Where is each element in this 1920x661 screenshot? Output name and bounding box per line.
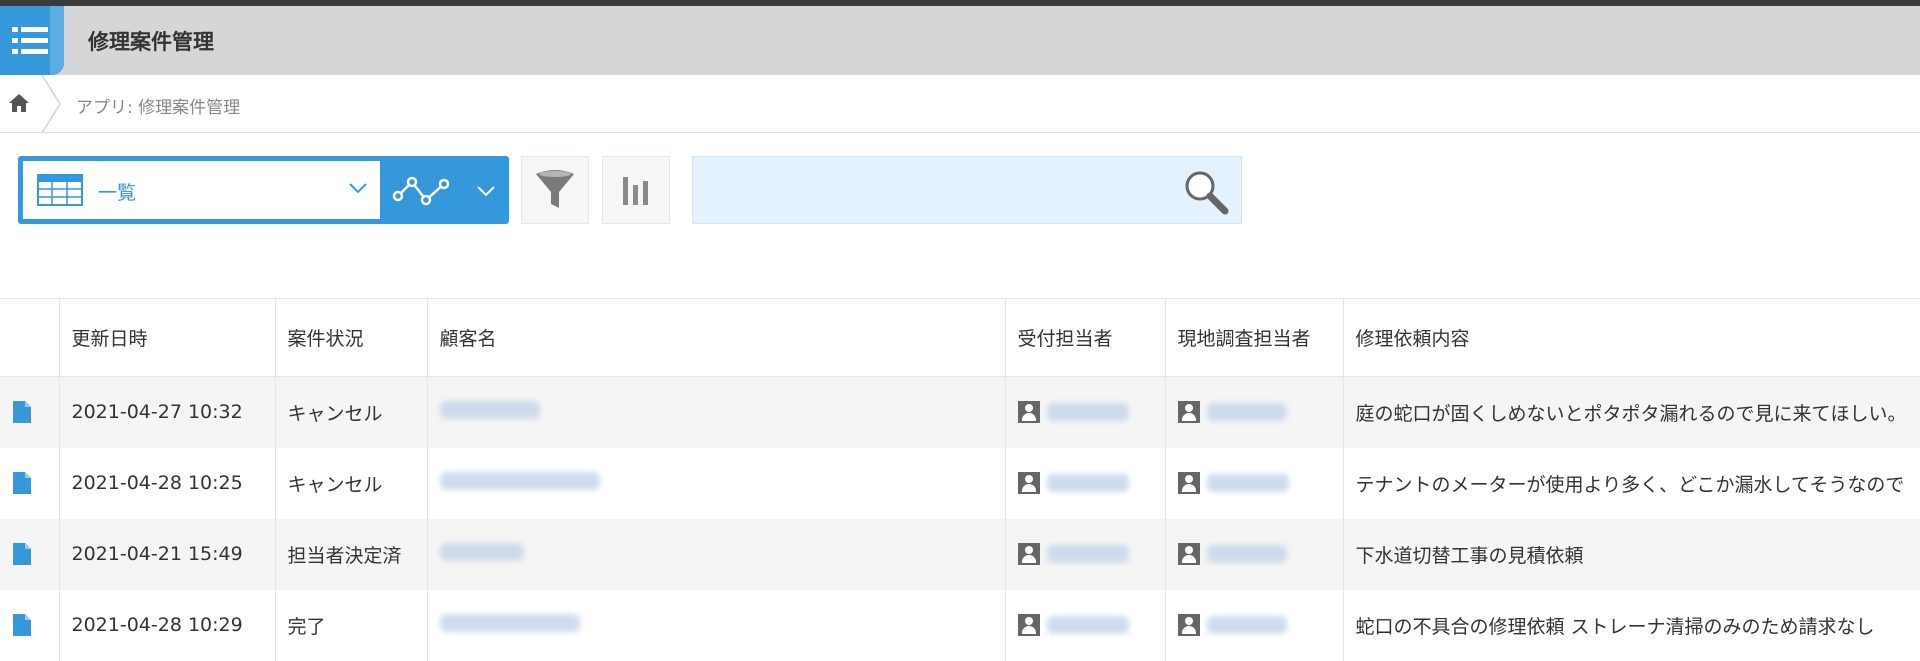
status-cell: 完了	[275, 589, 428, 661]
home-icon[interactable]	[8, 92, 30, 114]
redacted-customer-name	[439, 400, 540, 419]
receptionist-cell	[1005, 518, 1166, 590]
graph-menu-button[interactable]	[380, 156, 509, 224]
request-cell: 庭の蛇口が固くしめないとポタポタ漏れるので見に来てほしい。	[1343, 376, 1920, 448]
status-cell: 担当者決定済	[275, 518, 428, 590]
customer-cell	[427, 518, 1006, 590]
user-icon	[1177, 472, 1200, 494]
detail-link-cell	[0, 589, 60, 661]
updated-cell: 2021-04-28 10:29	[59, 589, 276, 661]
redacted-user-name[interactable]	[1206, 616, 1287, 634]
breadcrumb-app-link[interactable]: アプリ: 修理案件管理	[76, 93, 240, 118]
table-header-row: 更新日時 案件状況 顧客名 受付担当者 現地調査担当者 修理依頼内容	[0, 298, 1920, 377]
graph-chevron-down-icon	[477, 186, 495, 197]
redacted-user-name[interactable]	[1046, 545, 1129, 563]
menu-button-fold	[50, 6, 64, 75]
user-icon	[1177, 614, 1200, 636]
chart-icon	[623, 177, 648, 205]
redacted-user-name[interactable]	[1206, 474, 1289, 492]
column-header-receptionist[interactable]: 受付担当者	[1005, 298, 1166, 377]
user-icon	[1017, 543, 1040, 565]
breadcrumb-separator	[41, 75, 61, 133]
search-icon[interactable]	[1181, 167, 1231, 217]
column-header-surveyor[interactable]: 現地調査担当者	[1165, 298, 1344, 377]
surveyor-cell	[1165, 518, 1344, 590]
table-row[interactable]: 2021-04-28 10:29 完了 蛇口の不具合の修理依頼 ストレーナ清掃の…	[0, 589, 1920, 661]
redacted-user-name[interactable]	[1206, 403, 1287, 422]
chevron-down-icon	[349, 183, 367, 194]
column-header-customer[interactable]: 顧客名	[427, 298, 1006, 377]
user-icon	[1017, 472, 1040, 494]
request-cell: 蛇口の不具合の修理依頼 ストレーナ清掃のみのため請求なし	[1343, 589, 1920, 661]
view-selector-group: 一覧	[18, 156, 509, 224]
redacted-user-name[interactable]	[1046, 616, 1129, 634]
surveyor-cell	[1165, 376, 1344, 448]
redacted-customer-name	[439, 613, 580, 632]
detail-link-cell	[0, 376, 60, 448]
column-header-updated[interactable]: 更新日時	[59, 298, 276, 377]
updated-cell: 2021-04-28 10:25	[59, 447, 276, 519]
filter-icon	[536, 170, 574, 208]
document-icon[interactable]	[13, 472, 31, 494]
detail-link-cell	[0, 447, 60, 519]
column-header-status[interactable]: 案件状況	[275, 298, 428, 377]
redacted-user-name[interactable]	[1046, 403, 1129, 422]
table-row[interactable]: 2021-04-28 10:25 キャンセル テナントのメーターが使用より多く、…	[0, 447, 1920, 519]
user-icon	[1017, 401, 1040, 424]
table-view-icon	[37, 174, 83, 206]
table-row[interactable]: 2021-04-21 15:49 担当者決定済 下水道切替工事の見積依頼	[0, 518, 1920, 590]
menu-icon	[12, 27, 48, 54]
chart-button[interactable]	[602, 156, 670, 224]
document-icon[interactable]	[13, 543, 31, 565]
column-header-detail-link	[0, 298, 60, 377]
app-header: 修理案件管理	[0, 6, 1920, 75]
receptionist-cell	[1005, 589, 1166, 661]
request-cell: 下水道切替工事の見積依頼	[1343, 518, 1920, 590]
filter-button[interactable]	[521, 156, 589, 224]
graph-icon	[392, 176, 450, 206]
request-cell: テナントのメーターが使用より多く、どこか漏水してそうなので	[1343, 447, 1920, 519]
receptionist-cell	[1005, 376, 1166, 448]
redacted-user-name[interactable]	[1206, 545, 1287, 563]
table-row[interactable]: 2021-04-27 10:32 キャンセル 庭の蛇口が固くしめないとポタポタ漏…	[0, 376, 1920, 448]
search-box	[692, 156, 1242, 224]
receptionist-cell	[1005, 447, 1166, 519]
redacted-customer-name	[439, 542, 524, 561]
breadcrumb: アプリ: 修理案件管理	[0, 75, 1920, 133]
customer-cell	[427, 447, 1006, 519]
app-menu-button[interactable]	[0, 6, 64, 75]
column-header-request[interactable]: 修理依頼内容	[1343, 298, 1920, 377]
document-icon[interactable]	[13, 401, 31, 424]
updated-cell: 2021-04-27 10:32	[59, 376, 276, 448]
surveyor-cell	[1165, 447, 1344, 519]
user-icon	[1177, 543, 1200, 565]
document-icon[interactable]	[13, 614, 31, 636]
status-cell: キャンセル	[275, 376, 428, 448]
detail-link-cell	[0, 518, 60, 590]
user-icon	[1177, 401, 1200, 424]
search-input[interactable]	[693, 157, 1163, 223]
redacted-customer-name	[439, 471, 600, 490]
app-title: 修理案件管理	[88, 30, 214, 54]
redacted-user-name[interactable]	[1046, 474, 1129, 492]
user-icon	[1017, 614, 1040, 636]
customer-cell	[427, 376, 1006, 448]
updated-cell: 2021-04-21 15:49	[59, 518, 276, 590]
customer-cell	[427, 589, 1006, 661]
status-cell: キャンセル	[275, 447, 428, 519]
view-select-label: 一覧	[98, 182, 137, 204]
records-table: 更新日時 案件状況 顧客名 受付担当者 現地調査担当者 修理依頼内容 2021-…	[0, 298, 1920, 661]
surveyor-cell	[1165, 589, 1344, 661]
view-select[interactable]: 一覧	[23, 161, 380, 219]
